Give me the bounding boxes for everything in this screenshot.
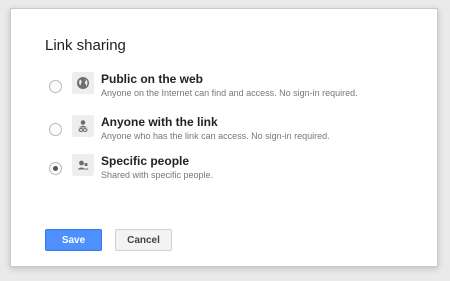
link-sharing-dialog: Link sharing Public on the web Anyone on… xyxy=(10,8,438,267)
globe-icon xyxy=(72,72,94,94)
option-title: Public on the web xyxy=(101,72,204,86)
option-public-on-web[interactable]: Public on the web Anyone on the Internet… xyxy=(45,72,415,106)
people-icon xyxy=(72,154,94,176)
cancel-button[interactable]: Cancel xyxy=(115,229,172,251)
option-description: Anyone who has the link can access. No s… xyxy=(101,131,330,141)
option-title: Specific people xyxy=(101,154,190,168)
option-specific-people[interactable]: Specific people Shared with specific peo… xyxy=(45,154,415,188)
dialog-title: Link sharing xyxy=(45,37,126,54)
radio-specific-people[interactable] xyxy=(49,162,62,175)
option-description: Shared with specific people. xyxy=(101,170,214,180)
option-description: Anyone on the Internet can find and acce… xyxy=(101,88,358,98)
link-person-icon xyxy=(72,115,94,137)
radio-anyone-with-link[interactable] xyxy=(49,123,62,136)
option-anyone-with-link[interactable]: Anyone with the link Anyone who has the … xyxy=(45,115,415,149)
save-button[interactable]: Save xyxy=(45,229,102,251)
option-title: Anyone with the link xyxy=(101,115,218,129)
radio-public-on-web[interactable] xyxy=(49,80,62,93)
